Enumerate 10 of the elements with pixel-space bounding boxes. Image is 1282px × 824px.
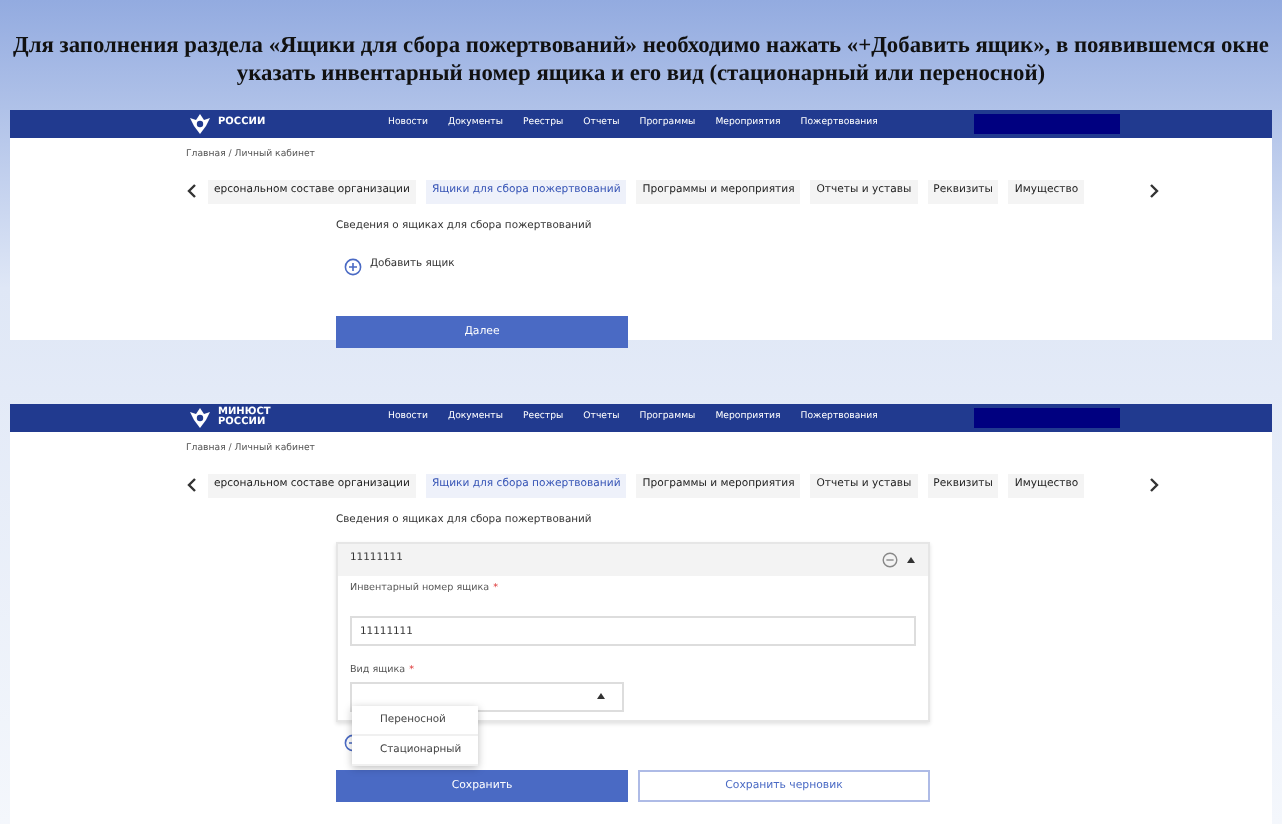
dropdown-field[interactable] [350,681,624,712]
plus-circle-icon[interactable] [344,257,362,276]
slide-title: Для заполнения раздела «Ящики для сбора пожертвований» необходимо нажать «+Добавить ящик», в появившемся окне указать инвентарный номер ящика и его вид (стационарный или переносной) [11,32,1271,90]
chevron-left-icon[interactable] [186,478,198,493]
minus-circle-icon[interactable] [882,551,898,568]
caret-icon[interactable] [906,555,916,564]
chevron-right-icon[interactable] [1148,184,1161,199]
chevron-right-icon[interactable] [1148,478,1161,493]
chevron-left-icon[interactable] [186,184,198,199]
caret-icon[interactable] [596,692,606,701]
